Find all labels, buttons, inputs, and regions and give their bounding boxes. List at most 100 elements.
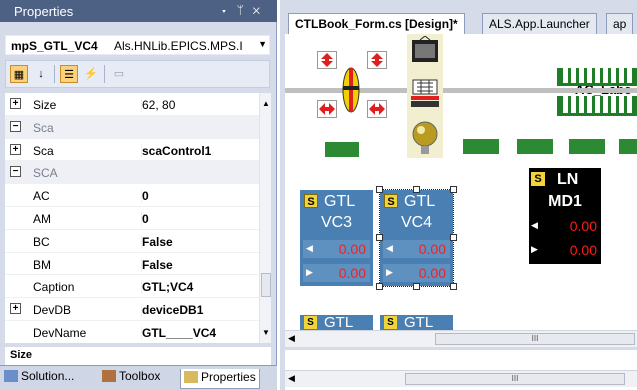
- property-value[interactable]: GTL;VC4: [141, 280, 193, 295]
- resize-handle[interactable]: [413, 186, 420, 193]
- resize-handle[interactable]: [450, 234, 457, 241]
- s-badge: S: [384, 316, 397, 329]
- property-value[interactable]: deviceDB1: [141, 303, 203, 318]
- close-icon[interactable]: ✕: [253, 3, 269, 17]
- right-arrow-icon: ▶: [531, 244, 538, 254]
- property-value[interactable]: GTL____VC4: [141, 325, 216, 340]
- up-down-arrows-icon: [371, 53, 383, 67]
- toolbox-icon: [102, 370, 116, 382]
- properties-view-icon[interactable]: ☰: [60, 65, 78, 83]
- value-a: 0.00: [338, 241, 366, 257]
- scroll-left-icon[interactable]: ◀: [288, 373, 295, 384]
- scroll-thumb[interactable]: III: [405, 373, 625, 385]
- property-row[interactable]: BC False: [5, 230, 259, 253]
- tab-als-app-launcher[interactable]: ALS.App.Launcher: [482, 13, 597, 34]
- dropdown-icon[interactable]: ▾: [220, 3, 236, 17]
- expand-icon[interactable]: +: [10, 98, 21, 109]
- categorized-icon[interactable]: ▦: [10, 65, 28, 83]
- scroll-up-icon[interactable]: ▲: [262, 99, 270, 108]
- design-canvas[interactable]: AC_Labe S GTL VC3 ◀ 0.00 ▶ 0.00 S GTL VC…: [285, 34, 637, 330]
- scroll-thumb[interactable]: [261, 273, 271, 297]
- property-row[interactable]: + DevDB deviceDB1: [5, 298, 259, 321]
- scroll-down-icon[interactable]: ▼: [262, 328, 270, 337]
- property-name: DevName: [33, 325, 87, 340]
- object-selector[interactable]: mpS_GTL_VC4 Als.HNLib.EPICS.MPS.I ▼: [5, 35, 270, 55]
- resize-handle[interactable]: [376, 234, 383, 241]
- vertical-arrows-button-2[interactable]: [367, 51, 387, 69]
- tray-hscrollbar[interactable]: ◀ III: [285, 370, 637, 387]
- property-name: BM: [33, 257, 51, 272]
- property-category[interactable]: − Sca: [5, 115, 259, 139]
- scroll-thumb[interactable]: III: [435, 333, 635, 345]
- gtl-control-stub[interactable]: S GTL: [300, 314, 373, 330]
- resize-handle[interactable]: [450, 283, 457, 290]
- description-pane: Size: [5, 347, 271, 365]
- left-right-arrows-icon: [319, 103, 335, 115]
- control-line1: GTL: [324, 193, 356, 210]
- property-name: Size: [33, 98, 57, 112]
- screen-device-icon: [411, 79, 439, 107]
- resize-handle[interactable]: [413, 283, 420, 290]
- vertical-arrows-button-1[interactable]: [317, 51, 337, 69]
- properties-panel: Properties ▾ᛘ✕ mpS_GTL_VC4 Als.HNLib.EPI…: [0, 0, 277, 390]
- description-title: Size: [10, 349, 33, 361]
- horizontal-arrows-button-2[interactable]: [367, 100, 387, 118]
- property-row[interactable]: + Size 62, 80: [5, 93, 259, 116]
- chevron-down-icon[interactable]: ▼: [258, 39, 267, 49]
- document-area: CTLBook_Form.cs [Design]* ALS.App.Launch…: [280, 0, 637, 390]
- property-value[interactable]: scaControl1: [141, 143, 211, 158]
- tab-ap[interactable]: ap: [606, 13, 634, 34]
- property-value[interactable]: 0: [141, 211, 149, 226]
- control-line2: VC3: [320, 214, 353, 231]
- property-value[interactable]: False: [141, 234, 173, 249]
- collapse-icon[interactable]: −: [10, 166, 21, 178]
- scroll-left-icon[interactable]: ◀: [288, 333, 295, 344]
- gtl-vc3-control[interactable]: S GTL VC3 ◀ 0.00 ▶ 0.00: [300, 190, 373, 286]
- resize-handle[interactable]: [376, 186, 383, 193]
- property-name: AC: [33, 189, 50, 204]
- property-category[interactable]: − SCA: [5, 161, 259, 185]
- resize-handle[interactable]: [376, 283, 383, 290]
- green-block: [569, 139, 605, 154]
- property-row[interactable]: BM False: [5, 253, 259, 276]
- property-row[interactable]: AC 0: [5, 184, 259, 207]
- collapse-icon[interactable]: −: [10, 120, 21, 132]
- pin-icon[interactable]: ᛘ: [237, 3, 253, 17]
- alphabetical-icon[interactable]: ↓: [32, 65, 50, 83]
- tab-ctlbook-form-design[interactable]: CTLBook_Form.cs [Design]*: [288, 13, 465, 34]
- property-grid: + Size 62, 80− Sca + Sca scaControl1− SCA AC 0 AM 0…: [5, 93, 259, 343]
- events-icon[interactable]: ⚡: [82, 65, 100, 83]
- gtl-control-stub[interactable]: S GTL: [380, 314, 453, 330]
- stub-label: GTL: [324, 314, 354, 330]
- s-badge: S: [304, 316, 317, 329]
- expand-icon[interactable]: +: [10, 143, 21, 155]
- toolbar-separator: [104, 65, 105, 83]
- property-row[interactable]: AM 0: [5, 207, 259, 230]
- expand-icon[interactable]: +: [10, 303, 21, 315]
- s-badge: S: [531, 172, 545, 186]
- ln-md1-control[interactable]: S LN MD1 ◀ 0.00 ▶ 0.00: [529, 168, 601, 264]
- canvas-hscrollbar[interactable]: ◀ III: [285, 330, 637, 347]
- property-value[interactable]: 62, 80: [141, 98, 175, 112]
- tab-solution-explorer[interactable]: Solution...: [4, 369, 74, 389]
- green-block: [619, 139, 637, 154]
- property-row[interactable]: + Sca scaControl1: [5, 139, 259, 162]
- property-row[interactable]: DevName GTL____VC4: [5, 321, 259, 343]
- property-pages-icon[interactable]: ▭: [110, 65, 128, 83]
- property-grid-scrollbar[interactable]: ▲ ▼: [259, 93, 271, 343]
- property-name: Sca: [33, 143, 54, 158]
- tab-label: Properties: [201, 370, 256, 384]
- property-row[interactable]: Caption GTL;VC4: [5, 275, 259, 299]
- value-b: 0.00: [338, 265, 366, 281]
- property-value[interactable]: False: [141, 257, 173, 272]
- horizontal-arrows-button-1[interactable]: [317, 100, 337, 118]
- tab-label: ap: [613, 17, 627, 31]
- property-value[interactable]: 0: [141, 189, 149, 204]
- tab-toolbox[interactable]: Toolbox: [102, 369, 160, 389]
- tab-label: Solution...: [21, 369, 75, 383]
- solution-explorer-icon: [4, 370, 18, 382]
- resize-handle[interactable]: [450, 186, 457, 193]
- bottom-tab-strip: Solution... Toolbox Properties: [0, 365, 277, 390]
- green-block: [517, 139, 553, 154]
- tab-properties[interactable]: Properties: [180, 369, 260, 389]
